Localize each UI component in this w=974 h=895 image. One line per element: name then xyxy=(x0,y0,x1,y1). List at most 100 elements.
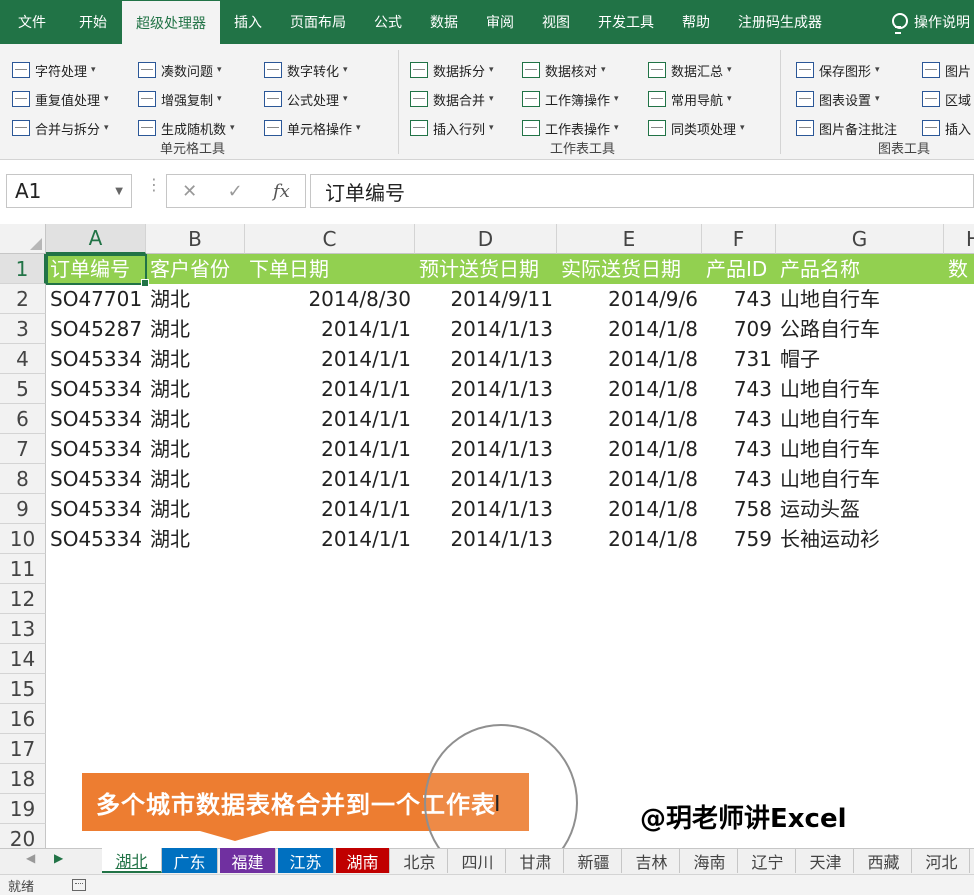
ribbon-tab-7[interactable]: 审阅 xyxy=(472,0,528,44)
table-cell[interactable]: 2014/1/1 xyxy=(245,314,415,344)
sheet-tab-13[interactable]: 西藏 xyxy=(856,848,912,873)
table-cell[interactable]: 2014/1/1 xyxy=(245,404,415,434)
table-cell[interactable]: 2014/1/8 xyxy=(557,524,702,554)
column-header-B[interactable]: B xyxy=(146,224,245,254)
table-cell[interactable]: SO45334 xyxy=(46,434,146,464)
table-cell[interactable]: 湖北 xyxy=(146,524,245,554)
ribbon-button-sheet_tools-1[interactable]: 数据合并 ▾ xyxy=(410,87,494,111)
ribbon-button-cell_tools-7[interactable]: 公式处理 ▾ xyxy=(264,87,348,111)
table-cell[interactable]: 长袖运动衫 xyxy=(776,524,944,554)
table-cell[interactable]: 山地自行车 xyxy=(776,374,944,404)
chevron-down-icon[interactable]: ▾ xyxy=(343,94,348,104)
row-header-16[interactable]: 16 xyxy=(0,704,46,734)
row-header-9[interactable]: 9 xyxy=(0,494,46,524)
sheet-tab-7[interactable]: 甘肃 xyxy=(508,848,564,873)
chevron-down-icon[interactable]: ▾ xyxy=(104,94,109,104)
table-cell[interactable]: 2014/1/1 xyxy=(245,374,415,404)
table-cell[interactable]: 湖北 xyxy=(146,464,245,494)
cancel-icon[interactable]: ✕ xyxy=(182,181,197,202)
table-cell[interactable]: 湖北 xyxy=(146,344,245,374)
table-cell[interactable]: 湖北 xyxy=(146,434,245,464)
table-cell[interactable]: 2014/1/13 xyxy=(415,344,557,374)
ribbon-button-cell_tools-2[interactable]: 合并与拆分 ▾ xyxy=(12,116,109,140)
sheet-tab-5[interactable]: 北京 xyxy=(392,848,448,873)
chevron-down-icon[interactable]: ▾ xyxy=(727,65,732,75)
chevron-down-icon[interactable]: ▾ xyxy=(230,123,235,133)
ribbon-tab-1[interactable]: 开始 xyxy=(64,0,122,44)
ribbon-button-chart_tools-4[interactable]: 区域 xyxy=(922,87,971,111)
sheet-tab-12[interactable]: 天津 xyxy=(798,848,854,873)
column-header-E[interactable]: E xyxy=(557,224,702,254)
ribbon-tab-6[interactable]: 数据 xyxy=(416,0,472,44)
sheet-tab-9[interactable]: 吉林 xyxy=(624,848,680,873)
table-cell[interactable]: 2014/1/8 xyxy=(557,404,702,434)
table-cell[interactable]: SO45287 xyxy=(46,314,146,344)
scroll-left-icon[interactable]: ◀ xyxy=(26,851,35,865)
ribbon-tab-9[interactable]: 开发工具 xyxy=(584,0,668,44)
row-header-7[interactable]: 7 xyxy=(0,434,46,464)
table-cell[interactable]: 743 xyxy=(702,374,776,404)
ribbon-button-sheet_tools-8[interactable]: 同类项处理 ▾ xyxy=(648,116,745,140)
select-all-corner[interactable] xyxy=(0,224,46,254)
table-cell[interactable]: 758 xyxy=(702,494,776,524)
ribbon-tab-8[interactable]: 视图 xyxy=(528,0,584,44)
table-cell[interactable]: 山地自行车 xyxy=(776,434,944,464)
table-cell[interactable]: 湖北 xyxy=(146,404,245,434)
ribbon-button-cell_tools-3[interactable]: 凑数问题 ▾ xyxy=(138,58,222,82)
ribbon-button-chart_tools-3[interactable]: 图片 xyxy=(922,58,971,82)
header-cell[interactable]: 预计送货日期 xyxy=(415,254,557,284)
row-header-13[interactable]: 13 xyxy=(0,614,46,644)
table-cell[interactable]: SO45334 xyxy=(46,344,146,374)
column-header-F[interactable]: F xyxy=(702,224,776,254)
table-cell[interactable]: 2014/1/13 xyxy=(415,494,557,524)
ribbon-tab-5[interactable]: 公式 xyxy=(360,0,416,44)
sheet-tab-6[interactable]: 四川 xyxy=(450,848,506,873)
ribbon-button-cell_tools-0[interactable]: 字符处理 ▾ xyxy=(12,58,96,82)
ribbon-button-sheet_tools-3[interactable]: 数据核对 ▾ xyxy=(522,58,606,82)
sheet-tab-10[interactable]: 海南 xyxy=(682,848,738,873)
drag-handle-icon[interactable]: ⋮ xyxy=(146,177,162,193)
chevron-down-icon[interactable]: ▾ xyxy=(104,123,109,133)
table-cell[interactable]: 2014/1/13 xyxy=(415,524,557,554)
table-cell[interactable]: 2014/9/6 xyxy=(557,284,702,314)
table-cell[interactable]: 2014/1/8 xyxy=(557,494,702,524)
sheet-tab-0[interactable]: 湖北 xyxy=(102,848,162,873)
row-header-18[interactable]: 18 xyxy=(0,764,46,794)
table-cell[interactable]: 山地自行车 xyxy=(776,284,944,314)
row-header-15[interactable]: 15 xyxy=(0,674,46,704)
name-box[interactable]: A1 ▼ xyxy=(6,174,132,208)
ribbon-tab-4[interactable]: 页面布局 xyxy=(276,0,360,44)
scroll-right-icon[interactable]: ▶ xyxy=(54,851,63,865)
ribbon-button-cell_tools-1[interactable]: 重复值处理 ▾ xyxy=(12,87,109,111)
chevron-down-icon[interactable]: ▾ xyxy=(343,65,348,75)
table-cell[interactable]: 2014/1/1 xyxy=(245,464,415,494)
table-cell[interactable]: SO47701 xyxy=(46,284,146,314)
chevron-down-icon[interactable]: ▾ xyxy=(740,123,745,133)
table-cell[interactable]: 帽子 xyxy=(776,344,944,374)
chevron-down-icon[interactable]: ▾ xyxy=(91,65,96,75)
column-header-A[interactable]: A xyxy=(46,224,146,254)
table-cell[interactable]: 743 xyxy=(702,284,776,314)
header-cell[interactable]: 下单日期 xyxy=(245,254,415,284)
row-header-8[interactable]: 8 xyxy=(0,464,46,494)
table-cell[interactable]: 2014/1/1 xyxy=(245,344,415,374)
table-cell[interactable]: SO45334 xyxy=(46,464,146,494)
sheet-tab-8[interactable]: 新疆 xyxy=(566,848,622,873)
row-header-10[interactable]: 10 xyxy=(0,524,46,554)
chevron-down-icon[interactable]: ▾ xyxy=(875,94,880,104)
row-header-6[interactable]: 6 xyxy=(0,404,46,434)
table-cell[interactable]: 2014/1/13 xyxy=(415,404,557,434)
macro-record-icon[interactable] xyxy=(72,879,87,891)
chevron-down-icon[interactable]: ▾ xyxy=(601,65,606,75)
ribbon-tab-2[interactable]: 超级处理器 xyxy=(122,0,220,44)
table-cell[interactable]: 2014/1/8 xyxy=(557,344,702,374)
chevron-down-icon[interactable]: ▾ xyxy=(217,94,222,104)
table-cell[interactable]: 743 xyxy=(702,464,776,494)
sheet-tab-2[interactable]: 福建 xyxy=(220,848,276,873)
ribbon-button-cell_tools-4[interactable]: 增强复制 ▾ xyxy=(138,87,222,111)
row-header-17[interactable]: 17 xyxy=(0,734,46,764)
chevron-down-icon[interactable]: ▼ xyxy=(115,186,123,197)
table-cell[interactable]: 2014/1/1 xyxy=(245,524,415,554)
table-cell[interactable]: 2014/1/13 xyxy=(415,434,557,464)
enter-icon[interactable]: ✓ xyxy=(228,181,243,202)
